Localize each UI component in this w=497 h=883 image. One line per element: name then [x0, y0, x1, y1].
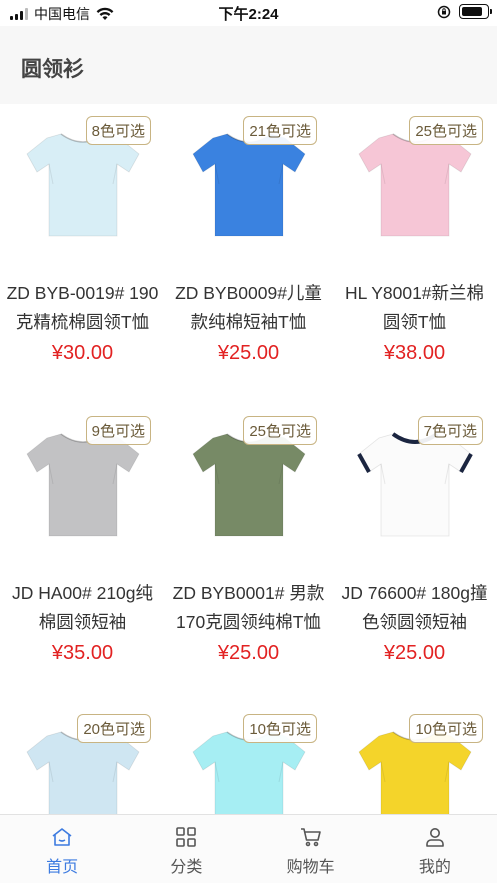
color-count-badge: 10色可选: [243, 714, 317, 743]
product-price: ¥25.00: [217, 642, 280, 664]
color-count-badge: 9色可选: [85, 416, 151, 445]
product-grid: 8色可选 ZD BYB-0019# 190克精梳棉圆领T恤 ¥30.00 21色…: [0, 104, 497, 814]
color-count-badge: 7色可选: [417, 416, 483, 445]
product-card[interactable]: 9色可选 JD HA00# 210g纯棉圆领短袖 ¥35.00: [0, 404, 165, 694]
color-count-badge: 21色可选: [243, 116, 317, 145]
category-icon: [176, 827, 197, 847]
color-count-badge: 25色可选: [243, 416, 317, 445]
product-card[interactable]: 20色可选: [0, 702, 165, 814]
color-count-badge: 10色可选: [409, 714, 483, 743]
product-card[interactable]: 25色可选 HL Y8001#新兰棉圆领T恤 ¥38.00: [332, 104, 497, 394]
product-name: ZD BYB0009#儿童款纯棉短袖T恤: [175, 283, 322, 332]
user-icon: [426, 828, 444, 847]
product-name: ZD BYB0001# 男款170克圆领纯棉T恤: [172, 583, 325, 632]
orientation-lock-icon: [437, 5, 451, 18]
color-count-badge: 20色可选: [77, 714, 151, 743]
tab-label: 分类: [170, 859, 203, 876]
product-price: ¥38.00: [383, 342, 446, 364]
product-price: ¥25.00: [217, 342, 280, 364]
color-count-badge: 8色可选: [85, 116, 151, 145]
bottom-tab-bar: 首页 分类 购物车 我的: [0, 814, 497, 883]
color-count-badge: 25色可选: [409, 116, 483, 145]
page-title: 圆领衫: [21, 58, 84, 81]
tab-label: 购物车: [286, 859, 335, 876]
product-card[interactable]: 7色可选 JD 76600# 180g撞色领圆领短袖 ¥25.00: [332, 404, 497, 694]
product-card[interactable]: 10色可选: [332, 702, 497, 814]
product-card[interactable]: 25色可选 ZD BYB0001# 男款170克圆领纯棉T恤 ¥25.00: [166, 404, 331, 694]
tab-home[interactable]: 首页: [0, 815, 124, 883]
product-card[interactable]: 21色可选 ZD BYB0009#儿童款纯棉短袖T恤 ¥25.00: [166, 104, 331, 394]
tab-label: 我的: [418, 859, 451, 876]
status-time: 下午2:24: [218, 6, 279, 23]
product-name: JD 76600# 180g撞色领圆领短袖: [341, 583, 488, 632]
product-price: ¥30.00: [51, 342, 114, 364]
tab-label: 首页: [46, 859, 79, 876]
home-icon: [52, 828, 72, 846]
page-header: 圆领衫: [0, 26, 497, 104]
product-price: ¥35.00: [51, 642, 114, 664]
battery-icon: [459, 4, 492, 19]
status-right: [437, 4, 492, 19]
product-name: JD HA00# 210g纯棉圆领短袖: [11, 583, 154, 632]
tab-cart[interactable]: 购物车: [249, 815, 373, 883]
status-bar: 中国电信 下午2:24: [0, 0, 497, 26]
product-price: ¥25.00: [383, 642, 446, 664]
tab-category[interactable]: 分类: [124, 815, 248, 883]
cart-icon: [300, 828, 321, 847]
product-card[interactable]: 10色可选: [166, 702, 331, 814]
tab-profile[interactable]: 我的: [373, 815, 497, 883]
product-card[interactable]: 8色可选 ZD BYB-0019# 190克精梳棉圆领T恤 ¥30.00: [0, 104, 165, 394]
product-name: HL Y8001#新兰棉圆领T恤: [344, 283, 485, 332]
product-name: ZD BYB-0019# 190克精梳棉圆领T恤: [6, 283, 159, 332]
